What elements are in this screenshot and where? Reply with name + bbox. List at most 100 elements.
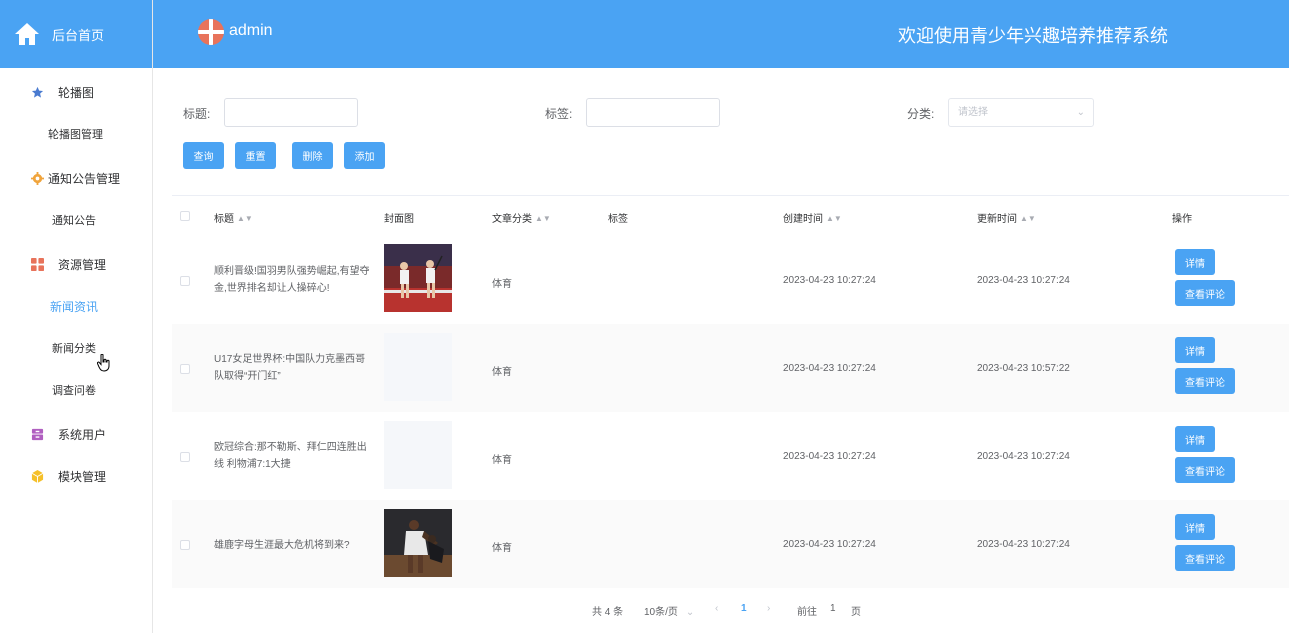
sidebar-group-label: 系统用户 (58, 427, 107, 442)
news-table: 标题 ▲▼ 封面图 文章分类 ▲▼ 标签 创建时间 ▲▼ 更新时间 ▲▼ 操作 顺利晋级… (172, 195, 1289, 588)
sidebar-group-label: 通知公告管理 (48, 171, 121, 186)
sidebar: 后台首页 轮播图 轮播图管理 通知公告管理 通知公告 资源管理 新闻资讯 新闻分… (0, 0, 153, 633)
cube-icon (30, 469, 44, 483)
sidebar-group-label: 资源管理 (58, 257, 107, 272)
sidebar-item-notice[interactable]: 通知公告 (0, 200, 152, 242)
sidebar-group-system-users[interactable]: 系统用户 (0, 412, 152, 456)
row-updated-time: 2023-04-23 10:27:24 (977, 275, 1070, 286)
sidebar-item-survey[interactable]: 调查问卷 (0, 370, 152, 412)
archive-icon (30, 427, 44, 441)
table-row: 顺利晋级!国羽男队强势崛起,有望夺金,世界排名却让人操碎心! 体育 2023-0… (172, 236, 1289, 324)
column-header-actions: 操作 (1172, 214, 1192, 225)
page-number-current[interactable]: 1 (741, 603, 747, 614)
view-comments-button[interactable]: 查看评论 (1175, 545, 1235, 571)
title-search-input[interactable] (224, 98, 358, 127)
sidebar-group-carousel[interactable]: 轮播图 (0, 70, 152, 114)
detail-button[interactable]: 详情 (1175, 426, 1215, 452)
tag-search-input[interactable] (586, 98, 720, 127)
cover-image (384, 244, 452, 312)
sidebar-group-resources[interactable]: 资源管理 (0, 242, 152, 286)
next-page-icon[interactable]: › (767, 603, 770, 614)
gear-icon (30, 171, 44, 185)
top-header: admin 欢迎使用青少年兴趣培养推荐系统 (153, 0, 1289, 68)
page-title: 欢迎使用青少年兴趣培养推荐系统 (898, 26, 1168, 46)
column-header-label: 更新时间 (977, 214, 1017, 225)
row-created-time: 2023-04-23 10:27:24 (783, 539, 876, 550)
row-created-time: 2023-04-23 10:27:24 (783, 275, 876, 286)
table-row: 欧冠综合:那不勒斯、拜仁四连胜出线 利物浦7:1大捷 体育 2023-04-23… (172, 412, 1289, 500)
column-header-category[interactable]: 文章分类 ▲▼ (492, 210, 551, 225)
category-select-placeholder: 请选择 (958, 107, 988, 118)
sort-icon[interactable]: ▲▼ (237, 214, 253, 223)
column-header-label: 创建时间 (783, 214, 823, 225)
sidebar-item-carousel-manage[interactable]: 轮播图管理 (0, 114, 152, 156)
chevron-down-icon: ⌄ (685, 607, 695, 618)
view-comments-button[interactable]: 查看评论 (1175, 457, 1235, 483)
sidebar-item-news-category[interactable]: 新闻分类 (0, 328, 152, 370)
row-created-time: 2023-04-23 10:27:24 (783, 363, 876, 374)
category-filter-label: 分类: (907, 107, 935, 121)
prev-page-icon[interactable]: ‹ (715, 603, 718, 614)
column-header-title[interactable]: 标题 ▲▼ (214, 210, 253, 225)
category-select[interactable]: 请选择 ⌄ (948, 98, 1094, 127)
row-category: 体育 (492, 543, 512, 554)
row-checkbox[interactable] (180, 540, 190, 550)
column-header-updated[interactable]: 更新时间 ▲▼ (977, 210, 1036, 225)
view-comments-button[interactable]: 查看评论 (1175, 280, 1235, 306)
row-category: 体育 (492, 279, 512, 290)
hand-cursor-icon (97, 354, 110, 372)
select-all-checkbox[interactable] (180, 211, 190, 221)
column-header-label: 标题 (214, 214, 234, 225)
add-button[interactable]: 添加 (344, 142, 385, 169)
table-row: 雄鹿字母生涯最大危机将到来? 体育 2023-04-23 10:27:24 20… (172, 500, 1289, 588)
page-size-select[interactable]: 10条/页 ⌄ (644, 603, 694, 618)
row-created-time: 2023-04-23 10:27:24 (783, 451, 876, 462)
row-title: 顺利晋级!国羽男队强势崛起,有望夺金,世界排名却让人操碎心! (214, 266, 370, 294)
sidebar-home-link[interactable]: 后台首页 (0, 0, 152, 68)
sort-icon[interactable]: ▲▼ (1020, 214, 1036, 223)
detail-button[interactable]: 详情 (1175, 337, 1215, 363)
reset-button[interactable]: 重置 (235, 142, 276, 169)
sidebar-group-label: 轮播图 (58, 85, 95, 100)
grid-icon (30, 257, 44, 271)
detail-button[interactable]: 详情 (1175, 514, 1215, 540)
row-checkbox[interactable] (180, 452, 190, 462)
row-checkbox[interactable] (180, 364, 190, 374)
delete-button[interactable]: 删除 (292, 142, 333, 169)
query-button[interactable]: 查询 (183, 142, 224, 169)
home-icon (15, 23, 39, 45)
sidebar-item-news[interactable]: 新闻资讯 (0, 286, 152, 328)
row-title: 雄鹿字母生涯最大危机将到来? (214, 540, 350, 551)
row-title: 欧冠综合:那不勒斯、拜仁四连胜出线 利物浦7:1大捷 (214, 442, 367, 470)
column-header-created[interactable]: 创建时间 ▲▼ (783, 210, 842, 225)
cover-image-placeholder (384, 421, 452, 489)
sort-icon[interactable]: ▲▼ (826, 214, 842, 223)
sidebar-group-modules[interactable]: 模块管理 (0, 456, 152, 496)
cover-image-placeholder (384, 333, 452, 401)
sidebar-home-label: 后台首页 (52, 27, 105, 43)
star-icon (30, 85, 44, 99)
row-checkbox[interactable] (180, 276, 190, 286)
row-updated-time: 2023-04-23 10:57:22 (977, 363, 1070, 374)
sort-icon[interactable]: ▲▼ (535, 214, 551, 223)
username[interactable]: admin (229, 22, 273, 40)
goto-label: 前往 (797, 607, 817, 618)
sidebar-group-notice[interactable]: 通知公告管理 (0, 156, 152, 200)
avatar[interactable] (198, 19, 224, 45)
cover-image (384, 509, 452, 577)
tag-filter-label: 标签: (545, 107, 573, 121)
row-updated-time: 2023-04-23 10:27:24 (977, 539, 1070, 550)
row-updated-time: 2023-04-23 10:27:24 (977, 451, 1070, 462)
row-category: 体育 (492, 455, 512, 466)
column-header-tags: 标签 (608, 214, 628, 225)
title-filter-label: 标题: (183, 107, 211, 121)
page-suffix-label: 页 (851, 607, 861, 618)
detail-button[interactable]: 详情 (1175, 249, 1215, 275)
view-comments-button[interactable]: 查看评论 (1175, 368, 1235, 394)
column-header-cover: 封面图 (384, 214, 414, 225)
chevron-down-icon: ⌄ (1076, 107, 1085, 118)
column-header-label: 文章分类 (492, 214, 532, 225)
sidebar-group-label: 模块管理 (58, 469, 107, 484)
goto-page-input[interactable]: 1 (830, 603, 836, 614)
table-row: U17女足世界杯:中国队力克墨西哥队取得“开门红” 体育 2023-04-23 … (172, 324, 1289, 412)
